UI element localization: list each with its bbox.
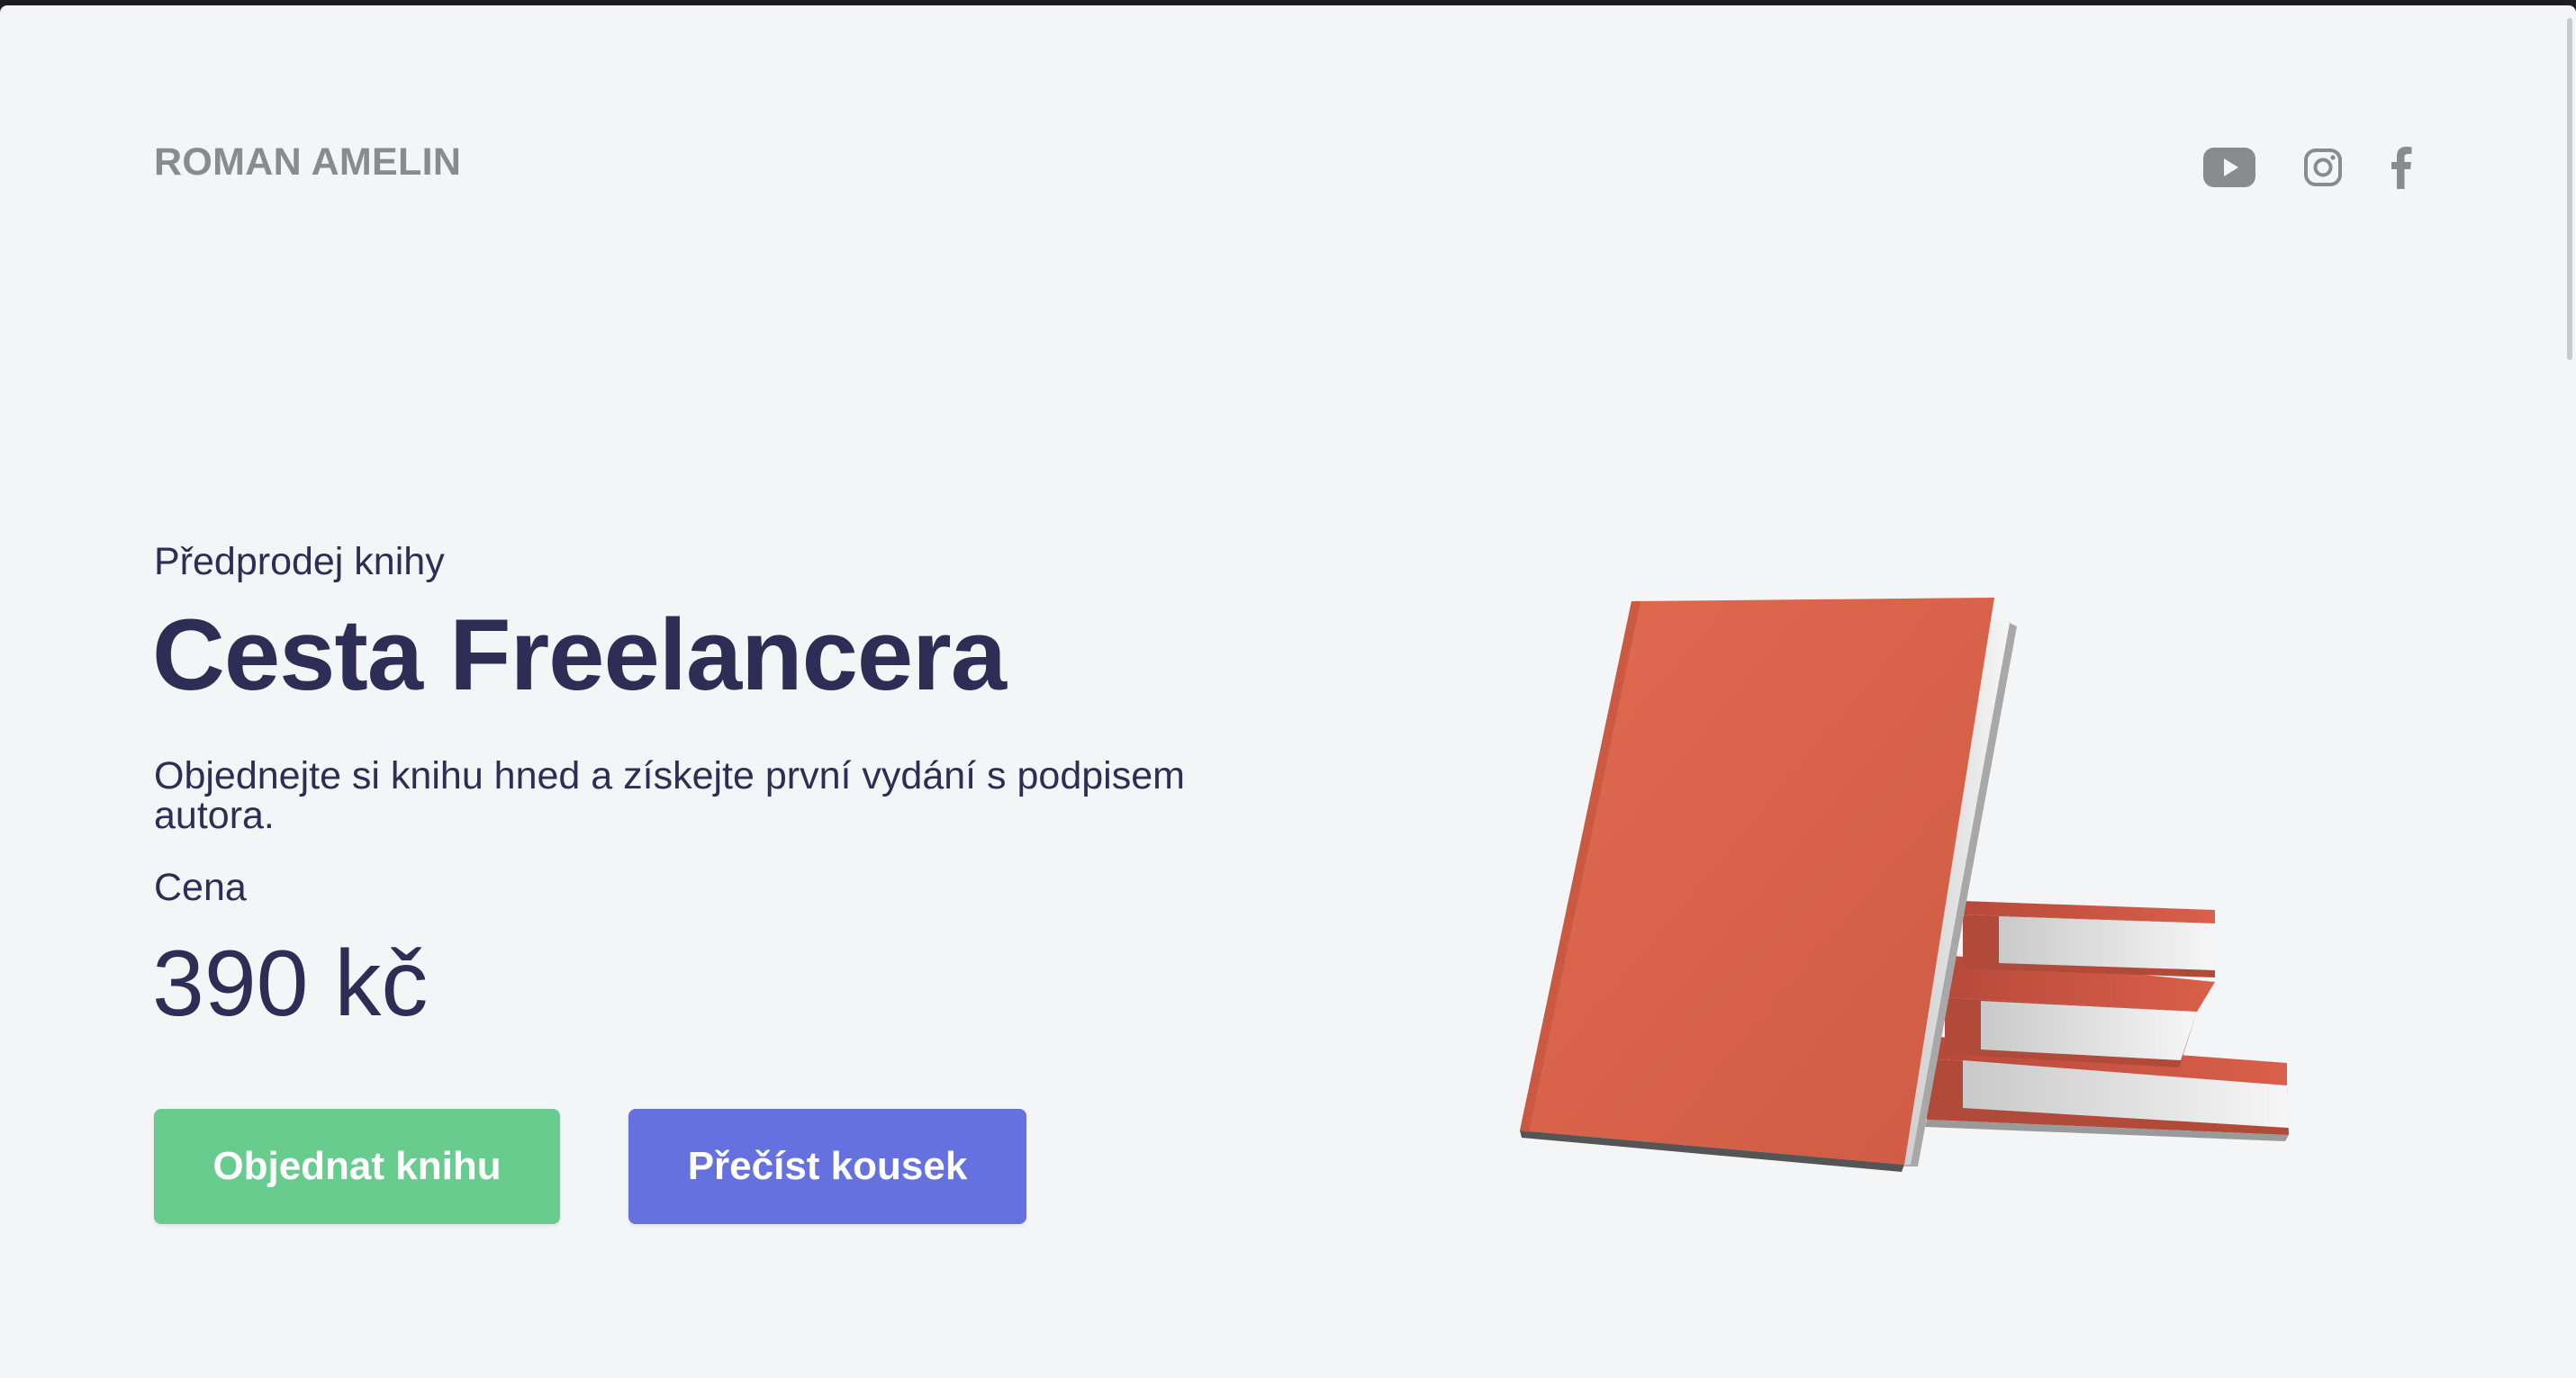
instagram-icon <box>2304 149 2342 186</box>
book-price: 390 kč <box>152 932 429 1036</box>
order-book-button[interactable]: Objednat knihu <box>154 1109 560 1224</box>
book-stack-image <box>1520 598 2289 1172</box>
instagram-link[interactable] <box>2301 142 2345 193</box>
price-label: Cena <box>154 866 247 909</box>
youtube-icon <box>2203 148 2255 187</box>
book-title: Cesta Freelancera <box>152 599 1007 711</box>
youtube-link[interactable] <box>2202 142 2256 193</box>
facebook-link[interactable] <box>2386 142 2417 193</box>
scrollbar[interactable] <box>2567 18 2572 360</box>
facebook-icon <box>2391 147 2412 189</box>
browser-viewport: ROMAN AMELIN Předprodej knihy Cesta Free… <box>0 5 2576 1378</box>
brand-logo[interactable]: ROMAN AMELIN <box>154 140 461 185</box>
read-sample-button[interactable]: Přečíst kousek <box>628 1109 1026 1224</box>
presale-label: Předprodej knihy <box>154 540 445 583</box>
book-description: Objednejte si knihu hned a získejte prvn… <box>154 754 1185 837</box>
